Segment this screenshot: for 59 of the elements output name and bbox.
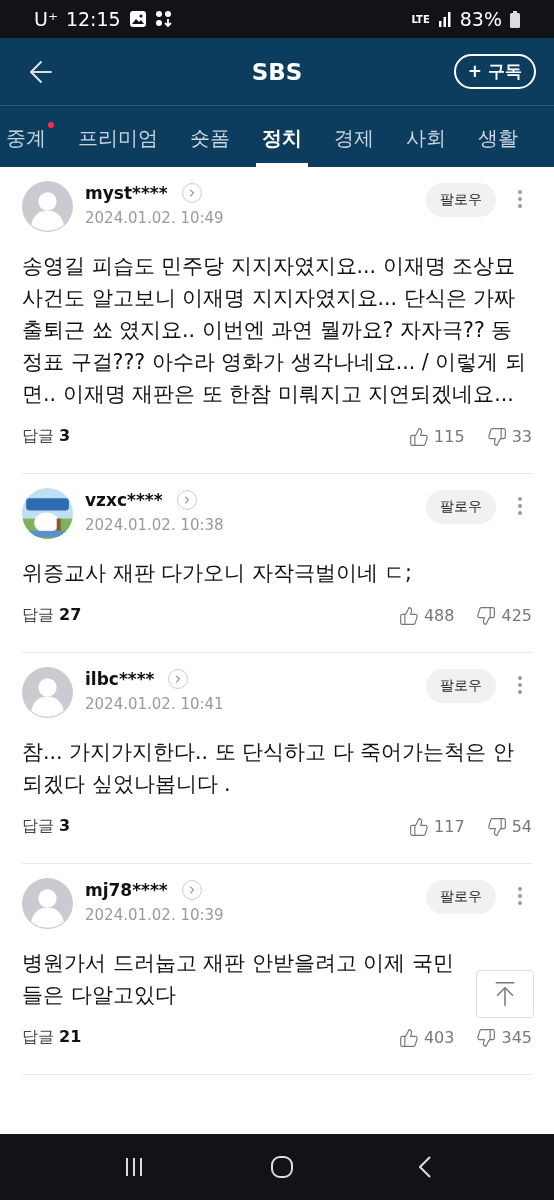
carrier: U⁺ [34,8,58,30]
like-button[interactable]: 488 [398,605,455,626]
network-type: LTE [411,13,430,25]
like-button[interactable]: 403 [398,1027,455,1048]
username: myst**** [85,183,168,203]
category-tab[interactable]: 프리미엄 [72,106,164,167]
thumbs-up-icon [398,605,419,626]
thumbs-down-icon [476,605,497,626]
username: vzxc**** [85,490,163,510]
clock: 12:15 [65,8,121,30]
replies-link[interactable]: 답글 21 [22,1027,82,1048]
comment-date: 2024.01.02. 10:38 [85,516,224,534]
comment-text: 참... 가지가지한다.. 또 단식하고 다 죽어가는척은 안되겠다 싶었나봅니다 . [22,739,515,798]
replies-link[interactable]: 답글 27 [22,605,82,626]
home-icon [270,1155,294,1179]
category-tab[interactable]: 중계 [0,106,52,167]
comment-date: 2024.01.02. 10:49 [85,209,224,227]
follow-button[interactable]: 팔로우 [426,669,496,703]
back-chevron-icon [419,1156,432,1178]
dislike-button[interactable]: 425 [476,605,532,626]
comment-text: 위증교사 재판 다가오니 자작극벌이네 ㄷ; [22,560,413,587]
like-button[interactable]: 117 [409,816,465,837]
username: mj78**** [85,880,168,900]
category-tab[interactable]: 사회 [400,106,452,167]
avatar-icon [22,667,73,718]
comment-date: 2024.01.02. 10:41 [85,695,224,713]
comment-text: 송영길 피습도 민주당 지지자였지요... 이재명 조상묘 사건도 알고보니 이재명 지지자였지요... 단식은 가짜 출퇴근 쑈 였지요.. 이번엔 과연 뭘까요? 자자극?? 동정표 구걸??? 아수라 영화가 생각나네요... / 이렇게 되면.. 이재명 재판은 또 한참 미뤄지고 지연되겠네요... [22,253,527,408]
thumbs-down-icon [476,1027,497,1048]
comment-date: 2024.01.02. 10:39 [85,906,224,924]
thumbs-up-icon [409,426,430,447]
subscribe-button[interactable]: + 구독 [453,54,536,89]
follow-button[interactable]: 팔로우 [426,880,496,914]
category-tab[interactable]: 경제 [328,106,380,167]
scroll-top-button[interactable] [476,970,534,1018]
category-tab[interactable]: 정치 [256,106,308,167]
dislike-button[interactable]: 345 [476,1027,532,1048]
dislike-button[interactable]: 54 [486,816,532,837]
category-tab[interactable]: 숏폼 [184,106,236,167]
thumbs-down-icon [486,816,507,837]
replies-link[interactable]: 답글 3 [22,816,71,837]
comment-text: 병원가서 드러눕고 재판 안받을려고 이제 국민들은 다알고있다 [22,950,455,1009]
thumbs-up-icon [398,1027,419,1048]
follow-button[interactable]: 팔로우 [426,183,496,217]
download-icon [154,10,173,28]
image-icon [128,10,147,28]
username: ilbc**** [85,669,155,689]
category-tab[interactable]: 생활 [472,106,524,167]
thumbs-up-icon [409,816,430,837]
battery-icon [510,10,520,28]
avatar-icon [22,181,73,232]
dislike-button[interactable]: 33 [486,426,532,447]
thumbs-down-icon [486,426,507,447]
channel-title: SBS [251,58,303,85]
like-button[interactable]: 115 [409,426,465,447]
replies-link[interactable]: 답글 3 [22,426,71,447]
battery-percent: 83% [459,8,502,30]
avatar-icon [22,878,73,929]
signal-icon [437,11,452,27]
follow-button[interactable]: 팔로우 [426,490,496,524]
